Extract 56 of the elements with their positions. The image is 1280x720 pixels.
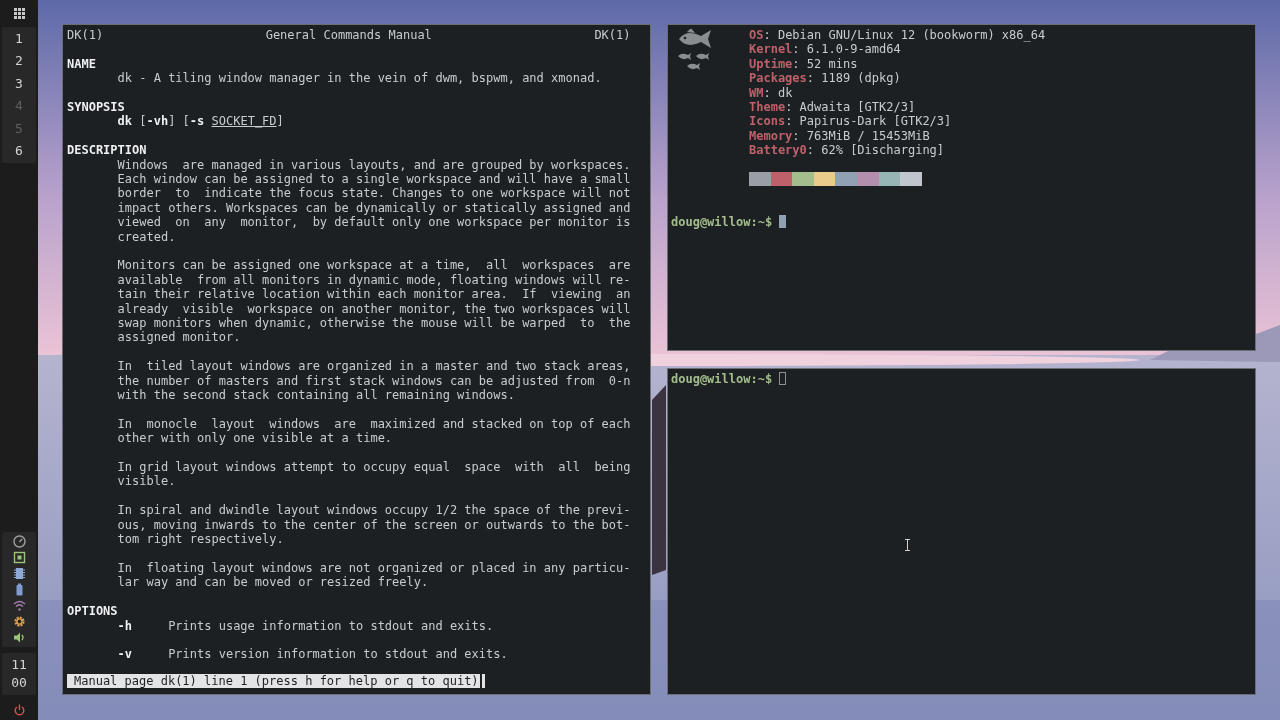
page-header: DK(1) [594,28,631,43]
info-value: : 52 mins [792,56,858,71]
clock-hour: 11 [11,656,27,674]
info-value: : dk [763,85,793,100]
paragraph: Monitors can be assigned one workspace at a time, all workspaces are available from all monitors in dynamic mode, floating windows will re- tain their relative location within each monitor area. If viewing an already visible workspace on another monitor, the two workspaces will swap monitors when dynamic, otherwise the mouse will be warped to the assigned monitor. [117,258,632,345]
info-label: OS [749,28,764,42]
info-label: Battery0 [749,143,807,158]
option-name: -h [117,618,133,633]
info-label: Uptime [749,56,793,71]
page-header: General Commands Manual [265,28,432,43]
gauge-icon[interactable] [12,535,26,548]
info-label: Packages [749,71,807,86]
paragraph: In monocle layout windows are maximized and stacked on top of each other with only one visible at a time. [117,416,632,446]
wifi-icon[interactable] [12,599,26,612]
volume-icon[interactable] [12,631,26,644]
info-label: Icons [749,114,786,129]
option-description: Prints version information to stdout and exits. [168,647,508,662]
info-value: : 6.1.0-9-amd64 [792,42,901,57]
cursor-block [481,674,485,688]
info-value: : Papirus-Dark [GTK2/3] [785,114,952,129]
info-value: : Debian GNU/Linux 12 (bookworm) x86_64 [763,28,1046,42]
paragraph: In spiral and dwindle layout windows occupy 1/2 the space of the previ- ous, moving inwards to the center of the screen or outwards to the bot- tom right respectively. [117,503,632,547]
power-icon[interactable] [13,704,25,716]
info-label: Memory [749,128,793,143]
clock-minute: 00 [11,674,27,692]
shell-prompt: doug@willow:~$ [671,372,773,386]
synopsis-line: dk [-vh] [-s SOCKET_FD] [117,114,285,129]
info-value: : Adwaita [GTK2/3] [785,100,916,115]
section-heading: DESCRIPTION [67,143,148,158]
shell-prompt: doug@willow:~$ [671,215,773,230]
page-header: DK(1) [67,28,104,43]
settings-icon[interactable] [12,615,26,628]
chip-icon[interactable] [12,551,26,564]
option-description: Prints usage information to stdout and exits. [168,618,494,633]
workspace-button[interactable]: 6 [2,140,36,163]
info-value: : 763MiB / 15453MiB [792,128,930,143]
info-label: Theme [749,100,786,115]
memory-icon[interactable] [12,567,26,580]
workspace-button[interactable]: 3 [2,72,36,96]
paragraph: Windows are managed in various layouts, and are grouped by workspaces. Each window can be assigned to a single workspace and will have a small border to indicate the focus state. Changes to one workspace will not impact others. Workspaces can be dynamically or statically assigned and viewed on any monitor, by default only one workspace per monitor is created. [117,157,632,245]
paragraph: dk - A tiling window manager in the vein of dwm, bspwm, and xmonad. [117,71,603,86]
workspace-button[interactable]: 2 [2,50,36,73]
workspace-button[interactable]: 1 [2,28,36,51]
paragraph: In floating layout windows are not organized or placed in any particu- lar way and can be moved or resized freely. [117,560,632,590]
info-label: Kernel [749,42,793,57]
paragraph: In tiled layout windows are organized in a master and two stack areas, the number of masters and first stack windows can be adjusted from 0-n with the second stack containing all remaining windows. [117,359,632,403]
section-heading: NAME [67,56,97,72]
launcher-grid-icon[interactable] [13,8,25,19]
text-cursor-icon [904,539,911,551]
section-heading: OPTIONS [67,604,119,619]
option-name: -v [117,647,133,662]
info-value: : 62% [Discharging] [806,143,945,158]
info-value: : 1189 (dpkg) [806,71,901,86]
info-label: WM [749,85,764,100]
section-heading: SYNOPSIS [67,100,126,115]
paragraph: In grid layout windows attempt to occupy equal space with all being visible. [117,460,632,489]
